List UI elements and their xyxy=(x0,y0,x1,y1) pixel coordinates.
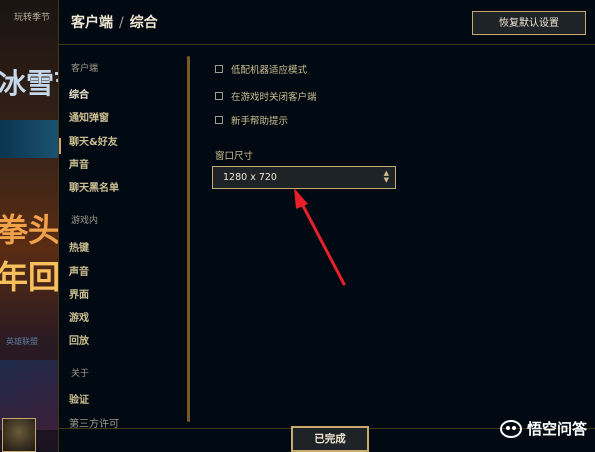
window-size-label: 窗口尺寸 xyxy=(215,151,254,162)
watermark-text: 悟空问答 xyxy=(526,420,587,438)
background-band xyxy=(0,120,58,158)
sidebar-item-notifications[interactable]: 通知弹窗 xyxy=(69,109,109,124)
sidebar-section-client: 客户端 xyxy=(71,64,99,74)
reset-defaults-button[interactable]: 恢复默认设置 xyxy=(472,11,586,35)
background-banner-text: 冰雪节 xyxy=(0,67,58,100)
page-title: 客户端 / 综合 xyxy=(71,12,158,34)
checkbox[interactable] xyxy=(215,92,223,100)
background-small-text: 英雄联盟 xyxy=(6,337,38,346)
background-banner-text: 年回 xyxy=(0,258,58,296)
sidebar-item-replay[interactable]: 回放 xyxy=(69,332,89,347)
window-size-select[interactable]: 1280 x 720 ▲ ▼ xyxy=(212,166,396,189)
option-close-client-ingame[interactable]: 在游戏时关闭客户端 xyxy=(215,89,317,103)
sidebar-scrollbar[interactable] xyxy=(187,56,190,422)
sidebar-item-interface[interactable]: 界面 xyxy=(69,286,89,301)
sidebar-item-game[interactable]: 游戏 xyxy=(69,309,89,324)
sidebar-section-ingame: 游戏内 xyxy=(71,216,99,226)
sidebar-item-chat-friends[interactable]: 聊天&好友 xyxy=(69,133,118,148)
option-label: 在游戏时关闭客户端 xyxy=(231,92,317,103)
checkbox[interactable] xyxy=(215,116,223,124)
sidebar-section-about: 关于 xyxy=(71,369,90,379)
player-avatar[interactable] xyxy=(2,418,36,452)
watermark: 悟空问答 xyxy=(499,418,587,439)
sidebar-item-client-sound[interactable]: 声音 xyxy=(69,156,89,171)
window-size-value: 1280 x 720 xyxy=(223,172,277,183)
sidebar-item-ingame-sound[interactable]: 声音 xyxy=(69,263,89,278)
divider xyxy=(59,44,595,45)
settings-sidebar: 客户端 综合 通知弹窗 聊天&好友 声音 聊天黑名单 游戏内 热键 声音 界面 … xyxy=(59,55,187,430)
option-low-spec-mode[interactable]: 低配机器适应模式 xyxy=(215,62,307,76)
done-button[interactable]: 已完成 xyxy=(291,426,369,452)
sidebar-item-hotkeys[interactable]: 热键 xyxy=(69,239,89,254)
chevron-updown-icon: ▲ ▼ xyxy=(383,169,389,184)
active-item-marker xyxy=(59,138,61,154)
title-sub: 综合 xyxy=(129,15,158,31)
title-main: 客户端 xyxy=(71,15,113,31)
option-label: 低配机器适应模式 xyxy=(231,65,308,76)
background-game-art: 玩转季节 冰雪节 拳头 年回 英雄联盟 xyxy=(0,0,58,452)
settings-dialog: 客户端 / 综合 恢复默认设置 客户端 综合 通知弹窗 聊天&好友 声音 聊天黑名单… xyxy=(58,0,595,452)
option-tutorial-tips[interactable]: 新手帮助提示 xyxy=(215,113,288,127)
background-banner-text: 拳头 xyxy=(0,211,58,249)
wukong-logo-icon xyxy=(499,419,522,438)
background-tab-text: 玩转季节 xyxy=(14,13,51,23)
settings-content: 低配机器适应模式 在游戏时关闭客户端 新手帮助提示 窗口尺寸 1280 x 72… xyxy=(205,55,595,425)
title-separator: / xyxy=(119,15,124,31)
checkbox[interactable] xyxy=(215,65,223,73)
sidebar-item-chat-blacklist[interactable]: 聊天黑名单 xyxy=(69,179,119,194)
option-label: 新手帮助提示 xyxy=(231,116,289,127)
sidebar-item-verification[interactable]: 验证 xyxy=(69,391,89,406)
sidebar-item-general[interactable]: 综合 xyxy=(69,86,89,101)
